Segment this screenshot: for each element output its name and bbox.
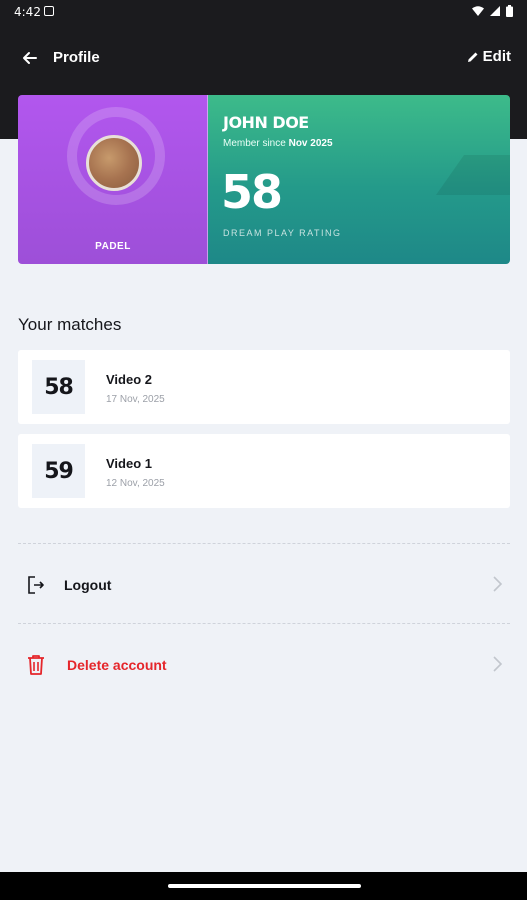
system-nav-bar (0, 872, 527, 900)
decorative-stripe (435, 155, 510, 195)
page-title: Profile (53, 49, 100, 66)
avatar (86, 135, 142, 191)
status-icons (472, 5, 513, 17)
logout-icon (28, 576, 44, 594)
edit-label: Edit (482, 48, 511, 65)
member-since: Member since Nov 2025 (223, 138, 333, 149)
logout-button[interactable]: Logout (18, 554, 510, 614)
logout-label: Logout (64, 577, 112, 593)
chevron-right-icon (493, 576, 503, 592)
battery-icon (506, 5, 513, 17)
app-bar: Profile Edit (0, 40, 527, 76)
sport-panel: PADEL (18, 95, 208, 264)
member-since-prefix: Member since (223, 138, 286, 149)
divider (18, 623, 510, 624)
matches-section-title: Your matches (18, 315, 122, 334)
rating-label: DREAM PLAY RATING (223, 228, 342, 238)
delete-account-button[interactable]: Delete account (18, 634, 510, 694)
edit-button[interactable]: Edit (467, 48, 511, 65)
match-title: Video 2 (106, 372, 153, 387)
rating-panel: JOHN DOE Member since Nov 2025 58 DREAM … (208, 95, 510, 264)
chevron-right-icon (493, 656, 503, 672)
player-name: JOHN DOE (223, 113, 309, 132)
trash-icon (28, 655, 44, 675)
profile-card: PADEL JOHN DOE Member since Nov 2025 58 … (18, 95, 510, 264)
match-score: 59 (32, 444, 85, 498)
status-time: 4:42 (14, 5, 41, 19)
pencil-icon (467, 52, 478, 62)
signal-icon (490, 6, 500, 16)
status-bar: 4:42 (0, 0, 527, 24)
delete-account-label: Delete account (67, 657, 167, 673)
wifi-icon (472, 6, 484, 16)
match-score: 58 (32, 360, 85, 414)
back-arrow-icon[interactable] (18, 46, 42, 70)
match-item[interactable]: 59 Video 1 12 Nov, 2025 (18, 434, 510, 508)
divider (18, 543, 510, 544)
rating-value: 58 (221, 165, 283, 219)
member-since-date: Nov 2025 (288, 138, 333, 149)
match-item[interactable]: 58 Video 2 17 Nov, 2025 (18, 350, 510, 424)
match-date: 17 Nov, 2025 (106, 394, 165, 405)
home-gesture-handle[interactable] (168, 884, 361, 888)
match-date: 12 Nov, 2025 (106, 478, 165, 489)
notification-icon (44, 6, 54, 16)
sport-label: PADEL (95, 241, 131, 252)
match-title: Video 1 (106, 456, 153, 471)
